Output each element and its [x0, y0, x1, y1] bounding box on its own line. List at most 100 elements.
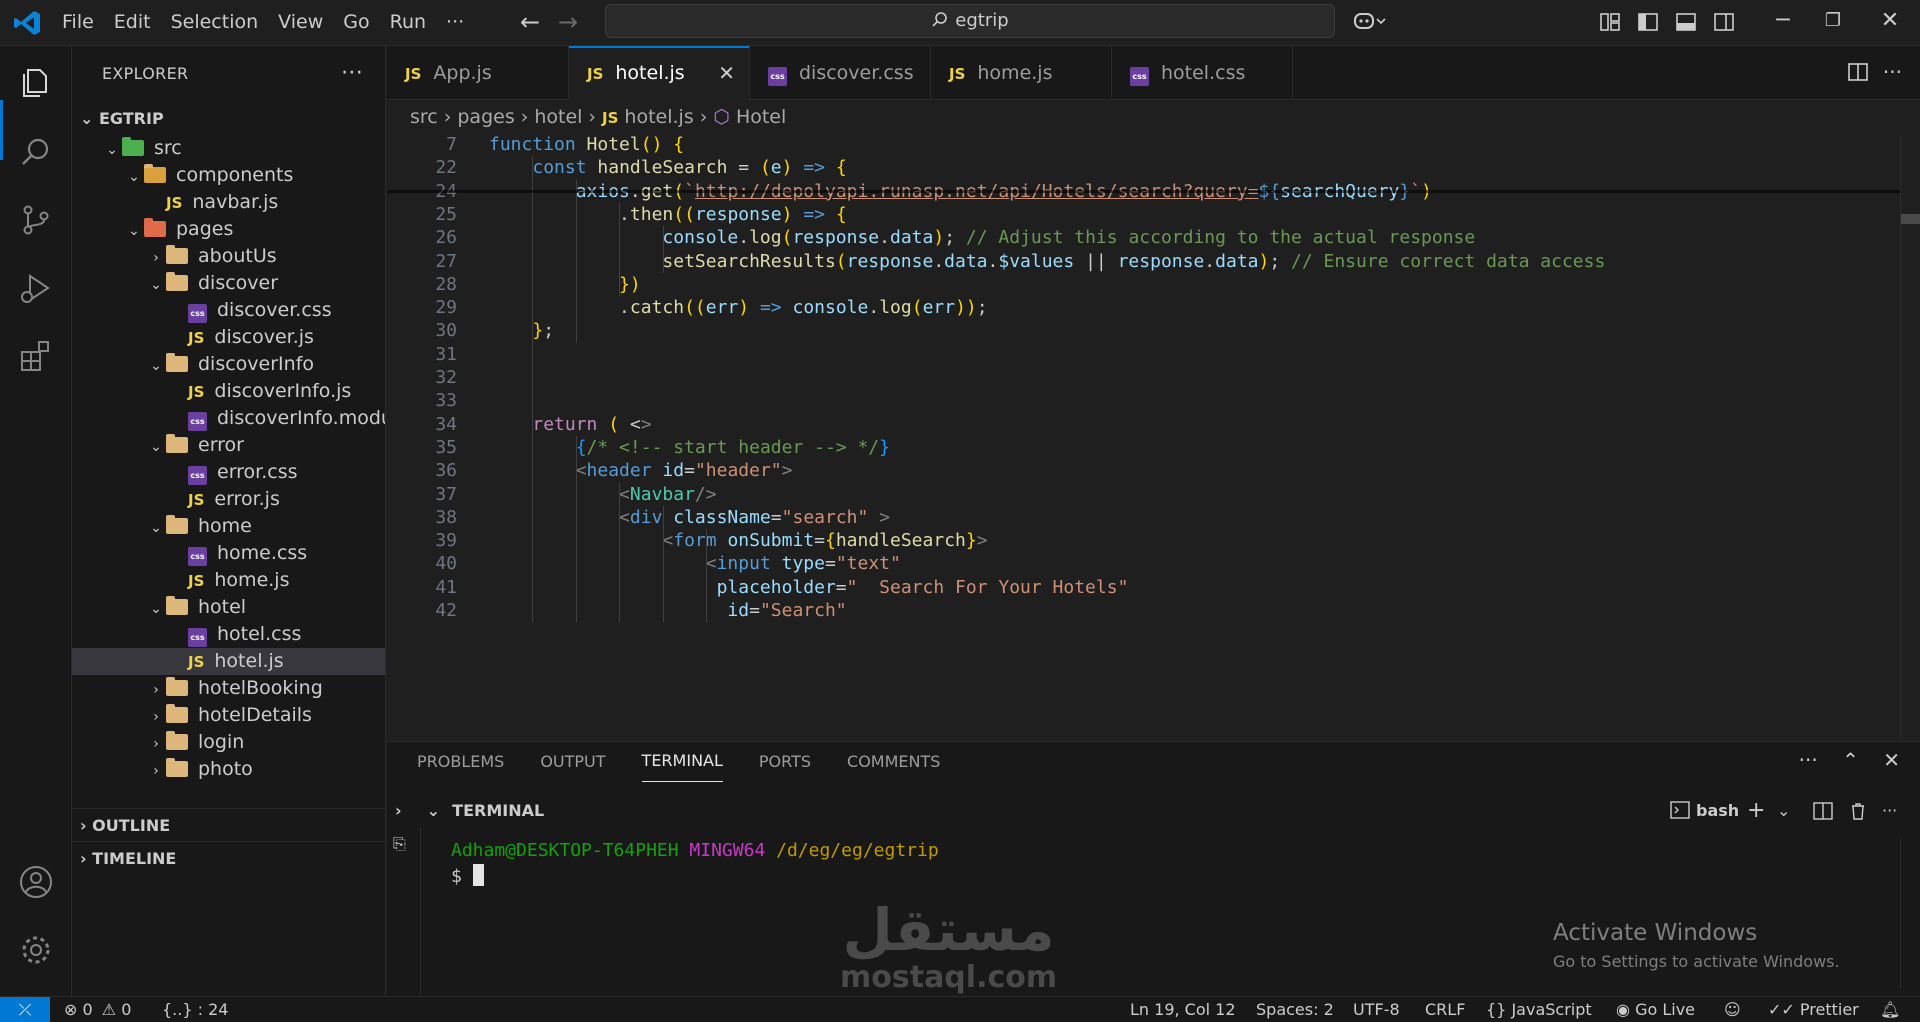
encoding-status[interactable]: UTF-8 [1353, 997, 1400, 1022]
tree-file[interactable]: css discover.css [72, 297, 385, 324]
tab-ports[interactable]: PORTS [759, 742, 811, 782]
chevron-right-icon[interactable]: › [395, 794, 421, 828]
terminal-input-line[interactable]: $ [451, 864, 939, 890]
breadcrumb-item[interactable]: src [410, 106, 438, 128]
terminal-tab-icon[interactable]: ⎘ [393, 834, 406, 854]
source-control-icon[interactable] [18, 202, 54, 238]
cursor-position[interactable]: Ln 19, Col 12 [1130, 997, 1236, 1022]
menu-view[interactable]: View [268, 0, 333, 46]
maximize-window-icon[interactable]: ❐ [1803, 10, 1863, 31]
menu-edit[interactable]: Edit [104, 0, 161, 46]
run-and-debug-icon[interactable] [18, 270, 54, 306]
maximize-panel-icon[interactable]: ⌃ [1842, 748, 1859, 772]
menu-selection[interactable]: Selection [161, 0, 269, 46]
chevron-down-icon[interactable]: ⌄ [1777, 794, 1790, 828]
tree-folder[interactable]: ⌄ discover [72, 270, 385, 297]
menu-go[interactable]: Go [333, 0, 379, 46]
tree-folder[interactable]: ⌄ discoverInfo [72, 351, 385, 378]
extensions-icon[interactable] [18, 338, 54, 374]
prettier-status[interactable]: ✓✓ Prettier [1768, 997, 1859, 1022]
tab-hotel-js[interactable]: JS hotel.js ✕ [569, 46, 750, 100]
tab-home-js[interactable]: JS home.js [931, 46, 1112, 100]
scrollbar-thumb[interactable] [1901, 214, 1920, 224]
tree-folder[interactable]: ⌄ components [72, 162, 385, 189]
tree-file[interactable]: JS navbar.js [72, 189, 385, 216]
remote-indicator-icon[interactable]: ⤫ [0, 997, 50, 1022]
back-arrow-icon[interactable]: ← [520, 8, 540, 36]
tree-file[interactable]: JS error.js [72, 486, 385, 513]
notifications-bell-icon[interactable]: 🔔︎ [1880, 997, 1900, 1022]
toggle-primary-sidebar-icon[interactable] [1636, 10, 1660, 34]
tree-folder[interactable]: ⌄ pages [72, 216, 385, 243]
explorer-more-actions-button[interactable]: ··· [341, 46, 363, 102]
tree-file[interactable]: css error.css [72, 459, 385, 486]
code-editor[interactable]: 7 22 24 25 26 27 28 29 30 31 32 33 34 35 36 37 38 39 40 41 4… [387, 134, 1920, 741]
copilot-status-icon[interactable]: ☺ [1724, 997, 1741, 1022]
indentation-status[interactable]: Spaces: 2 [1256, 997, 1334, 1022]
tree-folder[interactable]: › hotelDetails [72, 702, 385, 729]
trash-icon[interactable] [1849, 802, 1867, 820]
terminal-more-actions-button[interactable]: ··· [1882, 794, 1897, 828]
terminal-output[interactable]: Adham@DESKTOP-T64PHEH MINGW64 /d/eg/eg/e… [451, 838, 939, 890]
tree-folder[interactable]: ⌄ error [72, 432, 385, 459]
breadcrumb-item[interactable]: hotel [534, 106, 582, 128]
editor-scrollbar[interactable] [1900, 134, 1920, 741]
tree-folder[interactable]: › aboutUs [72, 243, 385, 270]
tab-problems[interactable]: PROBLEMS [417, 742, 504, 782]
customize-layout-icon[interactable] [1598, 10, 1622, 34]
workspace-root[interactable]: ⌄ EGTRIP [72, 102, 385, 135]
outline-section[interactable]: › OUTLINE [72, 808, 385, 841]
tree-file[interactable]: JS discoverInfo.js [72, 378, 385, 405]
tab-discover-css[interactable]: css discover.css [750, 46, 931, 100]
tree-file[interactable]: JS hotel.js [72, 648, 385, 675]
manage-gear-icon[interactable] [18, 932, 54, 968]
tab-comments[interactable]: COMMENTS [847, 742, 940, 782]
split-terminal-icon[interactable] [1813, 802, 1833, 820]
tree-file[interactable]: css discoverInfo.module.... [72, 405, 385, 432]
tree-folder[interactable]: ⌄ hotel [72, 594, 385, 621]
panel-more-actions-button[interactable]: ··· [1799, 748, 1818, 772]
breadcrumb-item[interactable]: Hotel [736, 106, 786, 128]
go-live-button[interactable]: ◉ Go Live [1616, 997, 1695, 1022]
tree-file[interactable]: css home.css [72, 540, 385, 567]
toggle-panel-icon[interactable] [1674, 10, 1698, 34]
chevron-down-icon[interactable]: ⌄ [427, 794, 447, 828]
copilot-icon[interactable] [1353, 10, 1387, 34]
language-mode[interactable]: {} JavaScript [1486, 997, 1592, 1022]
close-panel-icon[interactable]: ✕ [1883, 748, 1900, 772]
tree-folder[interactable]: › hotelBooking [72, 675, 385, 702]
tab-terminal[interactable]: TERMINAL [641, 742, 723, 782]
menu-run[interactable]: Run [380, 0, 436, 46]
command-center-search[interactable]: egtrip [605, 4, 1335, 38]
tree-file[interactable]: JS discover.js [72, 324, 385, 351]
tab-hotel-css[interactable]: css hotel.css [1112, 46, 1293, 100]
tab-output[interactable]: OUTPUT [540, 742, 605, 782]
accounts-icon[interactable] [18, 864, 54, 900]
tree-file[interactable]: JS home.js [72, 567, 385, 594]
search-icon[interactable] [18, 134, 54, 170]
menu-more-button[interactable]: ··· [436, 0, 474, 46]
bracket-status[interactable]: {..} : 24 [162, 997, 228, 1022]
close-tab-icon[interactable]: ✕ [718, 48, 735, 98]
terminal-shell-selector[interactable]: bash [1670, 794, 1739, 828]
tree-file[interactable]: css hotel.css [72, 621, 385, 648]
problems-status[interactable]: ⊗ 0 ⚠ 0 [64, 997, 131, 1022]
editor-more-actions-button[interactable]: ··· [1883, 60, 1902, 84]
close-window-icon[interactable]: ✕ [1860, 8, 1920, 33]
tab-app-js[interactable]: JS App.js [387, 46, 569, 100]
timeline-section[interactable]: › TIMELINE [72, 841, 385, 874]
menu-file[interactable]: File [52, 0, 104, 46]
toggle-secondary-sidebar-icon[interactable] [1712, 10, 1736, 34]
tree-folder[interactable]: ⌄ home [72, 513, 385, 540]
breadcrumb-item[interactable]: pages [457, 106, 514, 128]
explorer-icon[interactable] [18, 64, 54, 100]
new-terminal-icon[interactable]: + [1747, 794, 1765, 828]
eol-status[interactable]: CRLF [1425, 997, 1465, 1022]
tree-folder[interactable]: ⌄ src [72, 135, 385, 162]
tree-folder[interactable]: › login [72, 729, 385, 756]
forward-arrow-icon[interactable]: → [558, 8, 578, 36]
tree-folder[interactable]: › photo [72, 756, 385, 783]
breadcrumb-item[interactable]: hotel.js [624, 106, 693, 128]
terminal-scrollbar[interactable] [1900, 838, 1920, 988]
split-editor-icon[interactable] [1847, 61, 1869, 83]
